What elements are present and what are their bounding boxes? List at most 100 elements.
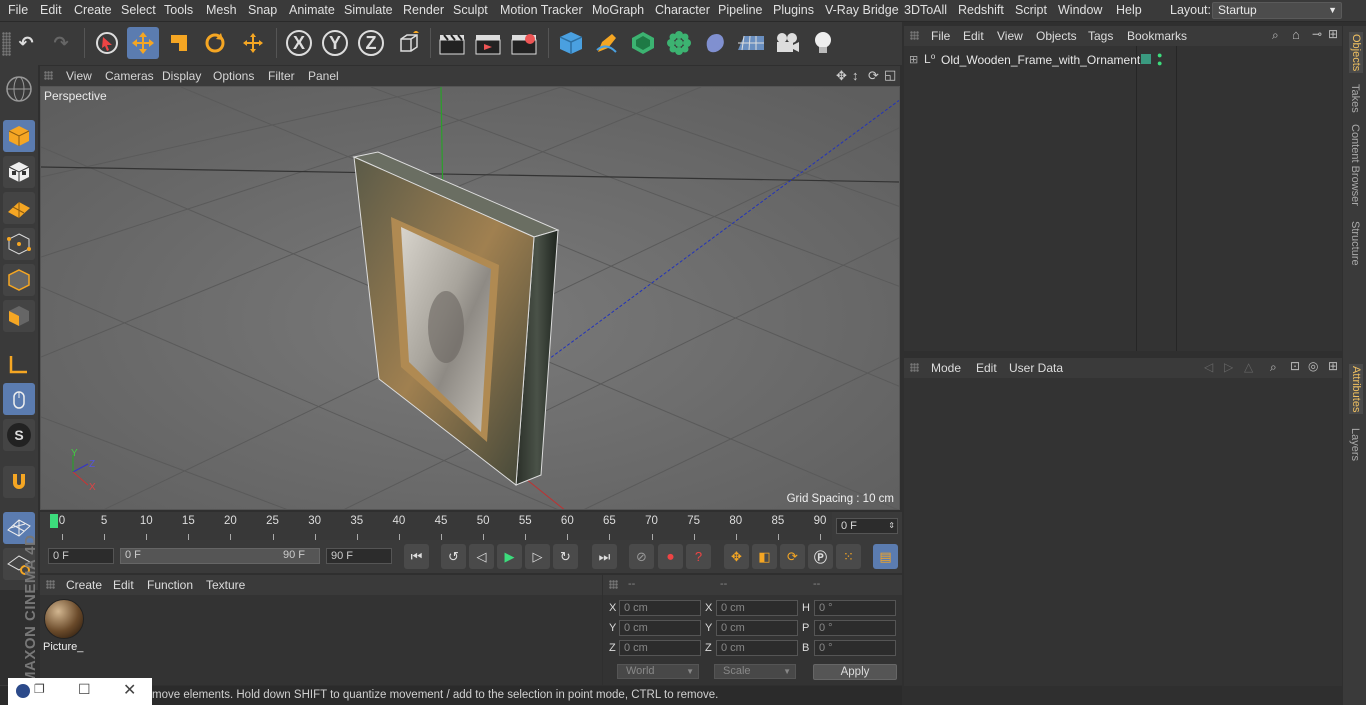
axis-mode-button[interactable] [3, 348, 35, 380]
zoom-view-icon[interactable]: ↕ [852, 68, 859, 83]
timeline-playhead[interactable] [50, 514, 58, 528]
object-menu-view[interactable]: View [997, 29, 1023, 43]
new-window-icon[interactable]: ⊞ [1328, 27, 1338, 41]
record-position-button[interactable]: ✥ [724, 544, 749, 569]
menu-simulate[interactable]: Simulate [344, 3, 393, 17]
menu-vray-bridge[interactable]: V-Ray Bridge [825, 3, 899, 17]
viewport-menu-panel[interactable]: Panel [308, 69, 339, 83]
record-active-objects-button[interactable]: ⊘ [629, 544, 654, 569]
back-arrow-icon[interactable]: ◁ [1204, 360, 1213, 374]
object-menu-edit[interactable]: Edit [963, 29, 984, 43]
rot-h-field[interactable]: 0 ° [814, 600, 896, 616]
move-tool-button[interactable] [127, 27, 159, 59]
cube-object-button[interactable] [555, 27, 587, 59]
camera-button[interactable] [771, 27, 803, 59]
x-axis-button[interactable]: X [283, 27, 315, 59]
tab-layers[interactable]: Layers [1349, 428, 1361, 461]
attribute-menu-mode[interactable]: Mode [931, 361, 961, 375]
material-menu-edit[interactable]: Edit [113, 578, 134, 592]
tab-structure[interactable]: Structure [1349, 221, 1361, 266]
tab-objects[interactable]: Objects [1349, 32, 1363, 74]
menu-animate[interactable]: Animate [289, 3, 335, 17]
viewport-menu-filter[interactable]: Filter [268, 69, 295, 83]
go-to-end-button[interactable]: ⏭ [592, 544, 617, 569]
next-frame-button[interactable]: ▷ [525, 544, 550, 569]
undo-button[interactable]: ↶ [10, 27, 42, 59]
menu-mesh[interactable]: Mesh [206, 3, 237, 17]
size-z-field[interactable]: 0 cm [716, 640, 798, 656]
pos-y-field[interactable]: 0 cm [619, 620, 701, 636]
keyframe-selection-button[interactable]: ? [686, 544, 711, 569]
forward-arrow-icon[interactable]: ▷ [1224, 360, 1233, 374]
menu-snap[interactable]: Snap [248, 3, 277, 17]
subdivision-surface-button[interactable] [627, 27, 659, 59]
viewport-menu-view[interactable]: View [66, 69, 92, 83]
workplane-mode-button[interactable] [3, 192, 35, 224]
home-icon[interactable]: ⌂ [1292, 27, 1300, 42]
texture-mode-button[interactable] [3, 156, 35, 188]
object-menu-file[interactable]: File [931, 29, 950, 43]
record-parameter-button[interactable]: Ⓟ [808, 544, 833, 569]
menu-sculpt[interactable]: Sculpt [453, 3, 488, 17]
magnet-button[interactable] [3, 466, 35, 498]
start-frame-field[interactable]: 0 F [48, 548, 114, 564]
pos-x-field[interactable]: 0 cm [619, 600, 701, 616]
search-icon[interactable]: ⌕ [1270, 360, 1277, 375]
snap-button[interactable]: S [3, 419, 35, 451]
y-axis-button[interactable]: Y [319, 27, 351, 59]
render-picture-viewer-button[interactable] [472, 27, 504, 59]
record-scale-button[interactable]: ◧ [752, 544, 777, 569]
live-selection-button[interactable] [91, 27, 123, 59]
viewport-menu-display[interactable]: Display [162, 69, 201, 83]
record-rotation-button[interactable]: ⟳ [780, 544, 805, 569]
object-menu-bookmarks[interactable]: Bookmarks [1127, 29, 1187, 43]
z-axis-button[interactable]: Z [355, 27, 387, 59]
model-mode-button[interactable] [3, 120, 35, 152]
layer-color-icon[interactable] [1141, 54, 1151, 64]
object-menu-tags[interactable]: Tags [1088, 29, 1113, 43]
end-frame-field[interactable]: 90 F [326, 548, 392, 564]
material-thumbnail[interactable] [44, 599, 84, 639]
points-mode-button[interactable] [3, 228, 35, 260]
current-frame-field[interactable]: 0 F ⇕ [836, 518, 898, 534]
tab-takes[interactable]: Takes [1349, 84, 1361, 113]
tweak-mode-button[interactable] [3, 383, 35, 415]
object-row[interactable]: ⊞ L⁰ Old_Wooden_Frame_with_Ornament ● ● [904, 51, 1342, 69]
render-view-button[interactable] [436, 27, 468, 59]
timeline-ruler[interactable]: 0 5 10 15 20 25 30 35 40 45 50 55 60 65 70 75 80 85 90 [50, 512, 832, 540]
perspective-viewport[interactable]: Y Z X Perspective Grid Spacing : 10 cm [40, 86, 900, 510]
menu-plugins[interactable]: Plugins [773, 3, 814, 17]
floor-button[interactable] [735, 27, 767, 59]
material-menu-create[interactable]: Create [66, 578, 102, 592]
play-button[interactable]: ▶ [497, 544, 522, 569]
visibility-dots-icon[interactable]: ● ● [1157, 51, 1162, 68]
object-menu-objects[interactable]: Objects [1036, 29, 1077, 43]
pos-z-field[interactable]: 0 cm [619, 640, 701, 656]
rot-b-field[interactable]: 0 ° [814, 640, 896, 656]
edges-mode-button[interactable] [3, 264, 35, 296]
size-x-field[interactable]: 0 cm [716, 600, 798, 616]
coordinate-system-button[interactable] [393, 27, 425, 59]
maximize-view-icon[interactable]: ◱ [884, 67, 896, 83]
menu-3dtoall[interactable]: 3DToAll [904, 3, 947, 17]
menu-pipeline[interactable]: Pipeline [718, 3, 762, 17]
transform-tool-button[interactable] [237, 27, 269, 59]
material-menu-texture[interactable]: Texture [206, 578, 245, 592]
attribute-menu-edit[interactable]: Edit [976, 361, 997, 375]
previous-frame-button[interactable]: ◁ [469, 544, 494, 569]
make-editable-button[interactable] [3, 73, 35, 105]
record-point-level-button[interactable]: ⁙ [836, 544, 861, 569]
cloner-button[interactable] [663, 27, 695, 59]
menu-redshift[interactable]: Redshift [958, 3, 1004, 17]
restore-icon[interactable]: ❐ [34, 682, 45, 696]
menu-select[interactable]: Select [121, 3, 156, 17]
menu-file[interactable]: File [8, 3, 28, 17]
menu-window[interactable]: Window [1058, 3, 1102, 17]
close-icon[interactable]: ✕ [123, 680, 136, 700]
lock-icon[interactable]: ⊡ [1290, 359, 1300, 373]
rot-p-field[interactable]: 0 ° [814, 620, 896, 636]
range-slider[interactable]: 0 F 90 F [120, 548, 320, 564]
menu-create[interactable]: Create [74, 3, 112, 17]
new-window-icon[interactable]: ⊞ [1328, 359, 1338, 373]
menu-character[interactable]: Character [655, 3, 710, 17]
